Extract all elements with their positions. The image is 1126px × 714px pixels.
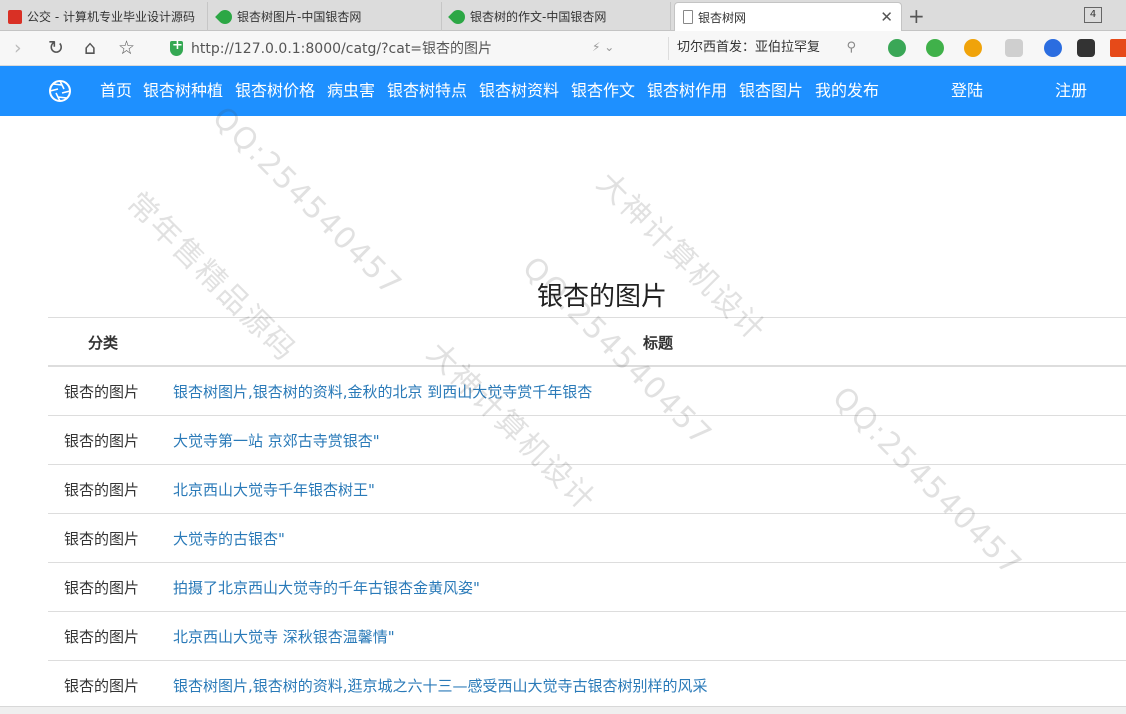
row-title-link[interactable]: 银杏树图片,银杏树的资料,逛京城之六十三—感受西山大觉寺古银杏树别样的风采 bbox=[173, 675, 708, 696]
nav-item-essays[interactable]: 银杏作文 bbox=[571, 80, 635, 102]
browser-tab[interactable]: 公交 - 计算机专业毕业设计源码 bbox=[0, 2, 208, 31]
table-row: 银杏的图片 拍摄了北京西山大觉寺的千年古银杏金黄风姿" bbox=[48, 563, 1126, 612]
article-table: 分类 标题 银杏的图片 银杏树图片,银杏树的资料,金秋的北京 到西山大觉寺赏千年… bbox=[48, 317, 1126, 710]
coin-icon[interactable] bbox=[964, 39, 982, 57]
tab-count-badge[interactable]: 4 bbox=[1084, 7, 1102, 23]
row-title-link[interactable]: 大觉寺第一站 京郊古寺赏银杏" bbox=[173, 430, 380, 451]
nav-item-my-posts[interactable]: 我的发布 bbox=[815, 80, 879, 102]
register-link[interactable]: 注册 bbox=[1055, 80, 1087, 102]
nav-item-planting[interactable]: 银杏树种植 bbox=[143, 80, 223, 102]
table-row: 银杏的图片 大觉寺的古银杏" bbox=[48, 514, 1126, 563]
row-category: 银杏的图片 bbox=[64, 383, 140, 401]
browser-status-bar bbox=[0, 706, 1126, 714]
nav-item-price[interactable]: 银杏树价格 bbox=[235, 80, 315, 102]
tab-label: 银杏树图片-中国银杏网 bbox=[237, 10, 362, 24]
tab-label: 银杏树的作文-中国银杏网 bbox=[470, 10, 607, 24]
ginkgo-leaf-icon bbox=[448, 6, 468, 27]
magnifier-icon[interactable] bbox=[1044, 39, 1062, 57]
column-header-title: 标题 bbox=[643, 334, 674, 352]
new-tab-icon[interactable]: + bbox=[908, 4, 925, 28]
table-row: 银杏的图片 北京西山大觉寺 深秋银杏温馨情" bbox=[48, 612, 1126, 661]
watermark-qq: QQ:254540457 bbox=[205, 100, 409, 304]
forward-arrow-icon[interactable]: › bbox=[14, 37, 22, 59]
table-row: 银杏的图片 北京西山大觉寺千年银杏树王" bbox=[48, 465, 1126, 514]
lightning-icon[interactable]: ⚡ ⌄ bbox=[592, 40, 614, 54]
table-row: 银杏的图片 银杏树图片,银杏树的资料,逛京城之六十三—感受西山大觉寺古银杏树别样… bbox=[48, 661, 1126, 710]
apps-icon[interactable] bbox=[1110, 39, 1126, 57]
browser-tab-strip: 公交 - 计算机专业毕业设计源码 银杏树图片-中国银杏网 银杏树的作文-中国银杏… bbox=[0, 0, 1126, 31]
nav-item-pests[interactable]: 病虫害 bbox=[327, 80, 375, 102]
row-category: 银杏的图片 bbox=[64, 628, 140, 646]
browser-tab-active[interactable]: 银杏树网 ✕ bbox=[674, 2, 902, 31]
reload-icon[interactable]: ↻ bbox=[48, 37, 64, 59]
nav-item-pictures[interactable]: 银杏图片 bbox=[739, 80, 803, 102]
browser-toolbar: › ↻ ⌂ ☆ http://127.0.0.1:8000/catg/?cat=… bbox=[0, 31, 1126, 66]
nav-item-uses[interactable]: 银杏树作用 bbox=[647, 80, 727, 102]
tab-label: 公交 - 计算机专业毕业设计源码 bbox=[27, 10, 195, 24]
star-icon[interactable]: ☆ bbox=[118, 37, 135, 59]
table-header: 分类 标题 bbox=[48, 317, 1126, 367]
browser-tab[interactable]: 银杏树图片-中国银杏网 bbox=[210, 2, 442, 31]
row-category: 银杏的图片 bbox=[64, 530, 140, 548]
site-navbar: 首页 银杏树种植 银杏树价格 病虫害 银杏树特点 银杏树资料 银杏作文 银杏树作… bbox=[0, 66, 1126, 116]
address-bar[interactable]: http://127.0.0.1:8000/catg/?cat=银杏的图片 bbox=[170, 36, 660, 60]
row-category: 银杏的图片 bbox=[64, 579, 140, 597]
game-icon[interactable] bbox=[1077, 39, 1095, 57]
nav-item-info[interactable]: 银杏树资料 bbox=[479, 80, 559, 102]
row-category: 银杏的图片 bbox=[64, 677, 140, 695]
search-icon[interactable]: ⚲ bbox=[846, 37, 856, 59]
table-row: 银杏的图片 银杏树图片,银杏树的资料,金秋的北京 到西山大觉寺赏千年银杏 bbox=[48, 367, 1126, 416]
page-title: 银杏的图片 bbox=[536, 282, 667, 312]
url-text[interactable]: http://127.0.0.1:8000/catg/?cat=银杏的图片 bbox=[191, 38, 492, 58]
row-title-link[interactable]: 北京西山大觉寺千年银杏树王" bbox=[173, 479, 375, 500]
table-row: 银杏的图片 大觉寺第一站 京郊古寺赏银杏" bbox=[48, 416, 1126, 465]
aperture-logo-icon[interactable] bbox=[48, 79, 72, 103]
row-title-link[interactable]: 银杏树图片,银杏树的资料,金秋的北京 到西山大觉寺赏千年银杏 bbox=[173, 381, 592, 402]
secure-shield-icon bbox=[170, 38, 183, 56]
emoji-icon[interactable] bbox=[1005, 39, 1023, 57]
ginkgo-leaf-icon bbox=[215, 6, 235, 27]
row-title-link[interactable]: 北京西山大觉寺 深秋银杏温馨情" bbox=[173, 626, 395, 647]
tab-label: 银杏树网 bbox=[698, 10, 747, 25]
row-title-link[interactable]: 拍摄了北京西山大觉寺的千年古银杏金黄风姿" bbox=[173, 577, 480, 598]
red-square-icon bbox=[8, 9, 22, 24]
nav-item-features[interactable]: 银杏树特点 bbox=[387, 80, 467, 102]
page-icon bbox=[683, 10, 693, 24]
row-title-link[interactable]: 大觉寺的古银杏" bbox=[173, 528, 285, 549]
column-header-category: 分类 bbox=[88, 334, 119, 352]
row-category: 银杏的图片 bbox=[64, 481, 140, 499]
browser-tab[interactable]: 银杏树的作文-中国银杏网 bbox=[443, 2, 671, 31]
search-text: 切尔西首发：亚伯拉罕复 bbox=[677, 40, 821, 55]
nav-item-home[interactable]: 首页 bbox=[100, 80, 132, 102]
close-icon[interactable]: ✕ bbox=[880, 8, 893, 26]
home-icon[interactable]: ⌂ bbox=[84, 37, 96, 59]
scissors-icon[interactable] bbox=[888, 39, 906, 57]
translate-icon[interactable] bbox=[926, 39, 944, 57]
row-category: 银杏的图片 bbox=[64, 432, 140, 450]
login-link[interactable]: 登陆 bbox=[951, 80, 983, 102]
search-input[interactable]: 切尔西首发：亚伯拉罕复 ⚲ bbox=[668, 37, 858, 60]
